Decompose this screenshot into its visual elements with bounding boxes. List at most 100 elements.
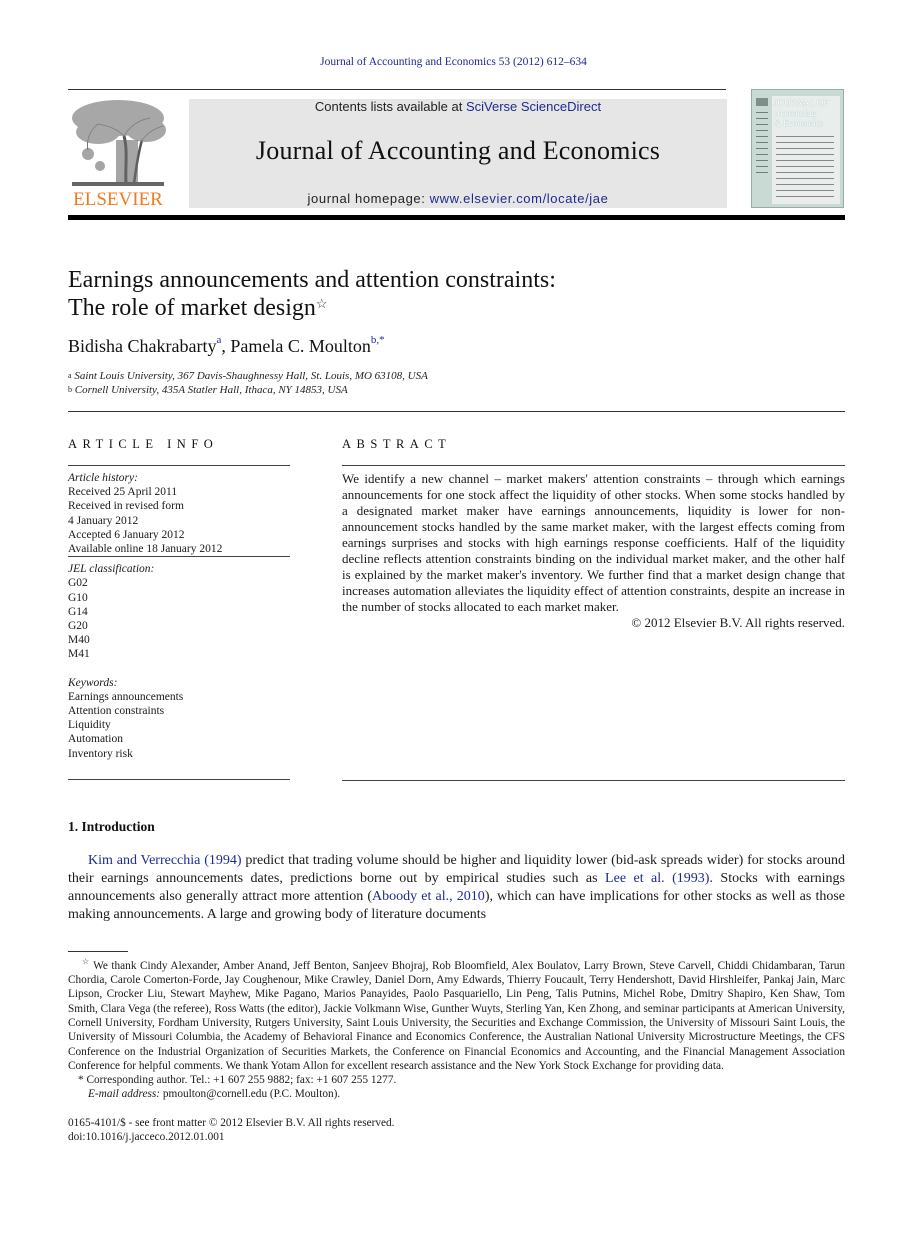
abstract-bottom-rule <box>342 780 845 781</box>
abstract-copyright: © 2012 Elsevier B.V. All rights reserved… <box>631 615 845 630</box>
keyword-item[interactable]: Inventory risk <box>68 747 290 761</box>
cover-side-line <box>756 172 768 173</box>
history-item: Accepted 6 January 2012 <box>68 528 185 541</box>
journal-cover-thumbnail[interactable]: JOURNAL OF Accounting & Economics <box>751 89 844 208</box>
cover-toc-line <box>776 172 834 173</box>
keywords: Keywords: Earnings announcements Attenti… <box>68 676 290 761</box>
citation-link[interactable]: Kim and Verrecchia (1994) <box>88 853 242 868</box>
elsevier-wordmark: ELSEVIER <box>73 189 163 210</box>
article-history-label: Article history: <box>68 472 138 484</box>
cover-toc-line <box>776 190 834 191</box>
affiliation-item: a Saint Louis University, 367 Davis-Shau… <box>68 369 428 383</box>
contents-line: Contents lists available at SciVerse Sci… <box>189 99 727 114</box>
cover-side-line <box>756 148 768 149</box>
email-note: E-mail address: pmoulton@cornell.edu (P.… <box>68 1087 845 1101</box>
cover-toc-line <box>776 142 834 143</box>
citation-link[interactable]: Aboody et al., 2010 <box>372 889 485 904</box>
history-item: Available online 18 January 2012 <box>68 543 223 556</box>
acknowledgement-footnote: ☆ We thank Cindy Alexander, Amber Anand,… <box>68 955 845 1073</box>
jel-code: M41 <box>68 648 90 661</box>
abstract-text: We identify a new channel – market maker… <box>342 471 845 614</box>
cover-toc-line <box>776 166 834 167</box>
journal-title: Journal of Accounting and Economics <box>255 136 661 165</box>
cover-side-line <box>756 124 768 125</box>
cover-toc-line <box>776 148 834 149</box>
header-divider <box>68 411 845 412</box>
article-history: Article history: Received 25 April 2011 … <box>68 466 290 556</box>
contents-prefix: Contents lists available at <box>314 99 466 114</box>
citation-link[interactable]: Lee et al. (1993) <box>605 871 709 886</box>
article-title-line: The role of market design☆ <box>68 294 556 322</box>
footnotes: ☆ We thank Cindy Alexander, Amber Anand,… <box>68 955 845 1144</box>
abstract-heading: ABSTRACT <box>342 437 452 451</box>
introduction-heading: 1. Introduction <box>68 819 155 834</box>
running-head[interactable]: Journal of Accounting and Economics 53 (… <box>0 56 907 68</box>
author-name[interactable]: Pamela C. Moulton <box>230 336 371 356</box>
footnote-rule <box>68 951 128 952</box>
corresponding-author-note: * Corresponding author. Tel.: +1 607 255… <box>78 1074 397 1087</box>
article-info-bottom-rule <box>68 779 290 780</box>
affiliation-mark: b <box>68 385 72 394</box>
homepage-line: journal homepage: www.elsevier.com/locat… <box>189 191 727 206</box>
affiliation-text: Saint Louis University, 367 Davis-Shaugh… <box>74 370 428 382</box>
elsevier-logo[interactable]: ELSEVIER <box>68 96 168 210</box>
cover-title-line: Accounting <box>774 108 816 118</box>
affiliation-text: Cornell University, 435A Statler Hall, I… <box>74 384 348 396</box>
keywords-label: Keywords: <box>68 676 118 689</box>
jel-code: G20 <box>68 620 88 633</box>
masthead-top-rule <box>68 89 726 90</box>
cover-title-line: & Economics <box>774 118 824 128</box>
keyword-item[interactable]: Liquidity <box>68 718 290 732</box>
title-footnote-star-icon[interactable]: ☆ <box>316 296 328 311</box>
article-title: Earnings announcements and attention con… <box>68 266 556 322</box>
cover-toc-line <box>776 184 834 185</box>
doi[interactable]: doi:10.1016/j.jacceco.2012.01.001 <box>68 1130 845 1144</box>
cover-side-line <box>756 154 768 155</box>
cover-side-line <box>756 142 768 143</box>
cover-side-line <box>756 160 768 161</box>
jel-code: G10 <box>68 591 88 604</box>
abstract-panel: We identify a new channel – market maker… <box>342 465 845 631</box>
masthead-box: Contents lists available at SciVerse Sci… <box>189 99 727 208</box>
article-info-panel: Article history: Received 25 April 2011 … <box>68 465 290 761</box>
cover-toc-line <box>776 196 834 197</box>
sciencedirect-link[interactable]: SciVerse ScienceDirect <box>466 99 601 114</box>
masthead-bottom-rule <box>68 215 845 220</box>
journal-homepage-link[interactable]: www.elsevier.com/locate/jae <box>430 191 609 206</box>
jel-code: G14 <box>68 605 88 618</box>
homepage-prefix: journal homepage: <box>307 191 430 206</box>
front-matter-notice: 0165-4101/$ - see front matter © 2012 El… <box>68 1116 395 1129</box>
author-name[interactable]: Bidisha Chakrabarty <box>68 336 216 356</box>
article-info-heading: ARTICLE INFO <box>68 437 219 451</box>
email-label: E-mail address: <box>88 1088 161 1101</box>
elsevier-tree-icon <box>72 100 166 186</box>
author-affiliation-mark[interactable]: b,* <box>371 334 385 346</box>
keyword-item[interactable]: Attention constraints <box>68 704 290 718</box>
cover-side-line <box>756 130 768 131</box>
introduction-paragraph: Kim and Verrecchia (1994) predict that t… <box>68 852 845 924</box>
cover-toc-line <box>776 154 834 155</box>
jel-code: G02 <box>68 577 88 590</box>
author-affiliation-mark[interactable]: a <box>216 334 221 346</box>
footnote-star-icon: ☆ <box>82 957 90 966</box>
article-title-text: The role of market design <box>68 295 316 321</box>
keyword-item[interactable]: Earnings announcements <box>68 690 290 704</box>
cover-side-line <box>756 166 768 167</box>
affiliations: a Saint Louis University, 367 Davis-Shau… <box>68 369 428 397</box>
history-item: Received 25 April 2011 <box>68 486 178 499</box>
jel-code: M40 <box>68 634 90 647</box>
history-item: 4 January 2012 <box>68 514 139 527</box>
email-value[interactable]: pmoulton@cornell.edu (P.C. Moulton). <box>160 1088 340 1100</box>
cover-side-line <box>756 136 768 137</box>
cover-title: JOURNAL OF Accounting & Economics <box>774 98 828 128</box>
affiliation-mark: a <box>68 371 72 380</box>
cover-toc-line <box>776 160 834 161</box>
cover-title-line: JOURNAL OF <box>774 98 829 108</box>
affiliation-item: b Cornell University, 435A Statler Hall,… <box>68 383 428 397</box>
keyword-item[interactable]: Automation <box>68 732 290 746</box>
cover-toc-line <box>776 178 834 179</box>
cover-side-line <box>756 112 768 113</box>
jel-classification: JEL classification: G02 G10 G14 G20 M40 … <box>68 557 290 661</box>
author-separator: , <box>221 336 231 356</box>
jel-label: JEL classification: <box>68 563 155 576</box>
